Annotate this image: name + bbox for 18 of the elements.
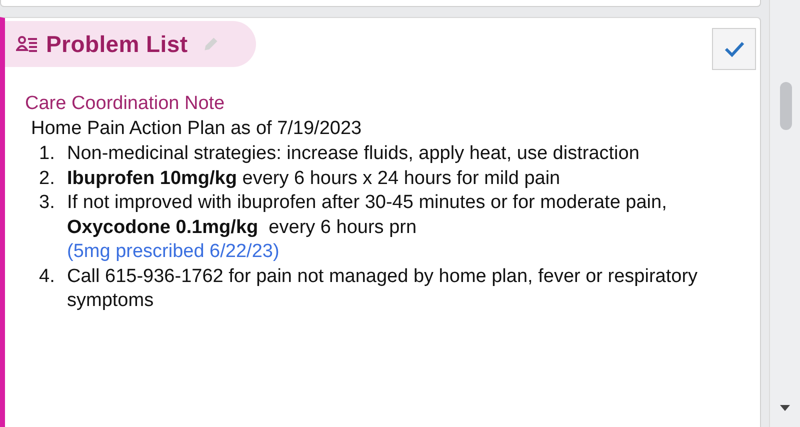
list-number: 3. [39, 191, 56, 215]
note-heading: Care Coordination Note [25, 92, 226, 116]
list-number: 4. [39, 264, 56, 288]
panel-title: Problem List [46, 30, 188, 58]
list-item-text: Ibuprofen 10mg/kg every 6 hours x 24 hours for mild pain [67, 166, 562, 190]
list-icon [16, 35, 38, 53]
checkmark-button[interactable] [712, 28, 756, 70]
list-number: 1. [39, 142, 56, 166]
prescription-note: (5mg prescribed 6/22/23) [67, 240, 280, 264]
scrollbar-thumb[interactable] [780, 82, 792, 130]
scrollbar[interactable] [769, 0, 800, 427]
note-title: Home Pain Action Plan as of 7/19/2023 [30, 117, 363, 141]
list-item-text: Non-medicinal strategies: increase fluids, apply heat, use distraction [67, 142, 640, 166]
pencil-icon[interactable] [202, 35, 220, 53]
list-number: 2. [39, 166, 56, 190]
scroll-down-icon[interactable] [780, 405, 790, 411]
list-item-text: If not improved with ibuprofen after 30-45 minutes or for moderate pain, Oxycodone 0.1mg/kg every 6 hours prn [67, 191, 668, 240]
list-item-text: Call 615-936-1762 for pain not managed by home plan, fever or respiratory symptoms [67, 264, 699, 313]
